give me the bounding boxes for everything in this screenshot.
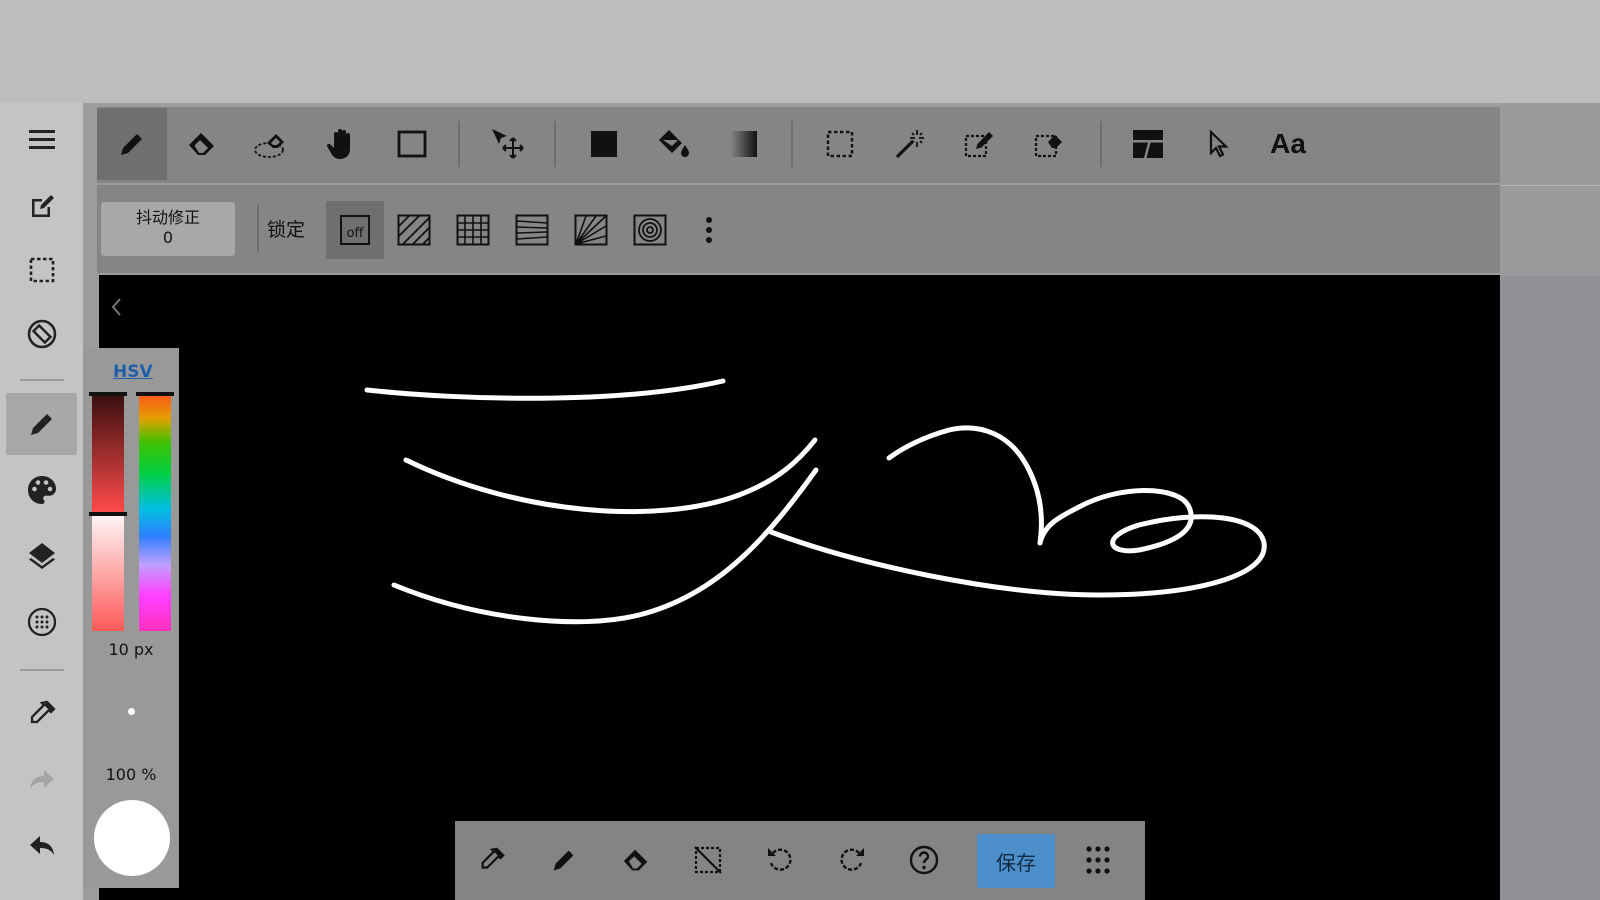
move-icon[interactable] (473, 108, 543, 180)
saturation-slider-handle[interactable] (89, 512, 127, 516)
drawing-canvas[interactable] (99, 275, 1500, 900)
edit-icon[interactable] (6, 175, 77, 237)
rectangle-shape-icon[interactable] (377, 108, 447, 180)
layers-icon[interactable] (6, 525, 77, 587)
save-button[interactable]: 保存 (977, 834, 1055, 888)
bottom-eyedropper-icon[interactable] (459, 829, 525, 891)
pointer-icon[interactable] (1183, 108, 1253, 180)
stabilizer-button[interactable]: 抖动修正 0 (101, 202, 235, 256)
help-icon[interactable] (891, 829, 957, 891)
redo-icon[interactable] (6, 749, 77, 811)
brush-preview-dot (128, 708, 135, 715)
toolbar-separator (257, 205, 259, 253)
gradient-icon[interactable] (709, 108, 779, 180)
selection-icon[interactable] (6, 239, 77, 301)
main-toolbar: Aa (97, 107, 1500, 183)
opacity-label[interactable]: 100 % (83, 765, 179, 784)
halftone-icon[interactable] (6, 591, 77, 653)
deselect-icon[interactable] (675, 829, 741, 891)
frame-divide-icon[interactable] (1113, 108, 1183, 180)
blur-eraser-icon[interactable] (237, 108, 307, 180)
select-pen-icon[interactable] (945, 108, 1015, 180)
hue-slider-handle[interactable] (136, 392, 174, 396)
top-blank-area (0, 0, 1600, 103)
stabilizer-value: 0 (162, 228, 174, 247)
select-eraser-icon[interactable] (1015, 108, 1085, 180)
saturation-slider[interactable] (92, 515, 124, 631)
color-mode-link[interactable]: HSV (113, 362, 153, 382)
current-color-swatch[interactable] (94, 800, 170, 876)
select-rect-icon[interactable] (805, 108, 875, 180)
drawn-strokes (364, 378, 1267, 625)
brush-size-label[interactable]: 10 px (83, 640, 179, 659)
parallel-lines-icon[interactable] (385, 201, 443, 259)
lock-label: 锁定 (267, 219, 306, 241)
undo-rotate-icon[interactable] (747, 829, 813, 891)
right-strip (1500, 103, 1600, 900)
sub-toolbar: 抖动修正 0 锁定 off (97, 185, 1500, 273)
brush-icon[interactable] (6, 393, 77, 455)
grid-lock-icon[interactable] (444, 201, 502, 259)
hand-icon[interactable] (307, 108, 377, 180)
toolbar-separator (458, 121, 460, 167)
rotate-canvas-icon[interactable] (6, 303, 77, 365)
lock-off-button[interactable]: off (326, 201, 384, 259)
menu-icon[interactable] (6, 109, 77, 171)
rail-divider (20, 379, 64, 381)
bottom-eraser-icon[interactable] (603, 829, 669, 891)
magic-wand-icon[interactable] (875, 108, 945, 180)
concentric-circles-icon[interactable] (621, 201, 679, 259)
fill-rect-icon[interactable] (569, 108, 639, 180)
stabilizer-label: 抖动修正 (135, 208, 200, 227)
apps-grid-icon[interactable] (1065, 829, 1131, 891)
bottom-pencil-icon[interactable] (531, 829, 597, 891)
bucket-icon[interactable] (639, 108, 709, 180)
text-tool-button[interactable]: Aa (1253, 108, 1323, 180)
hue-slider[interactable] (139, 395, 171, 631)
bottom-bar: 保存 (455, 821, 1145, 900)
perspective-lines-icon[interactable] (503, 201, 561, 259)
toolbar-separator (554, 121, 556, 167)
undo-icon[interactable] (6, 815, 77, 877)
value-slider[interactable] (92, 395, 124, 512)
eraser-icon[interactable] (167, 108, 237, 180)
toolbar-separator (791, 121, 793, 167)
redo-rotate-icon[interactable] (819, 829, 885, 891)
toolbar-separator (1100, 121, 1102, 167)
lock-off-label: off (340, 215, 370, 245)
eyedropper-icon[interactable] (6, 683, 77, 745)
color-panel: HSV 10 px 100 % (83, 348, 179, 888)
value-slider-handle[interactable] (89, 392, 127, 396)
more-options-icon[interactable] (680, 201, 738, 259)
rail-divider (20, 669, 64, 671)
pencil-tool-icon[interactable] (97, 108, 167, 180)
left-rail (0, 103, 83, 900)
palette-icon[interactable] (6, 459, 77, 521)
radial-lines-icon[interactable] (562, 201, 620, 259)
